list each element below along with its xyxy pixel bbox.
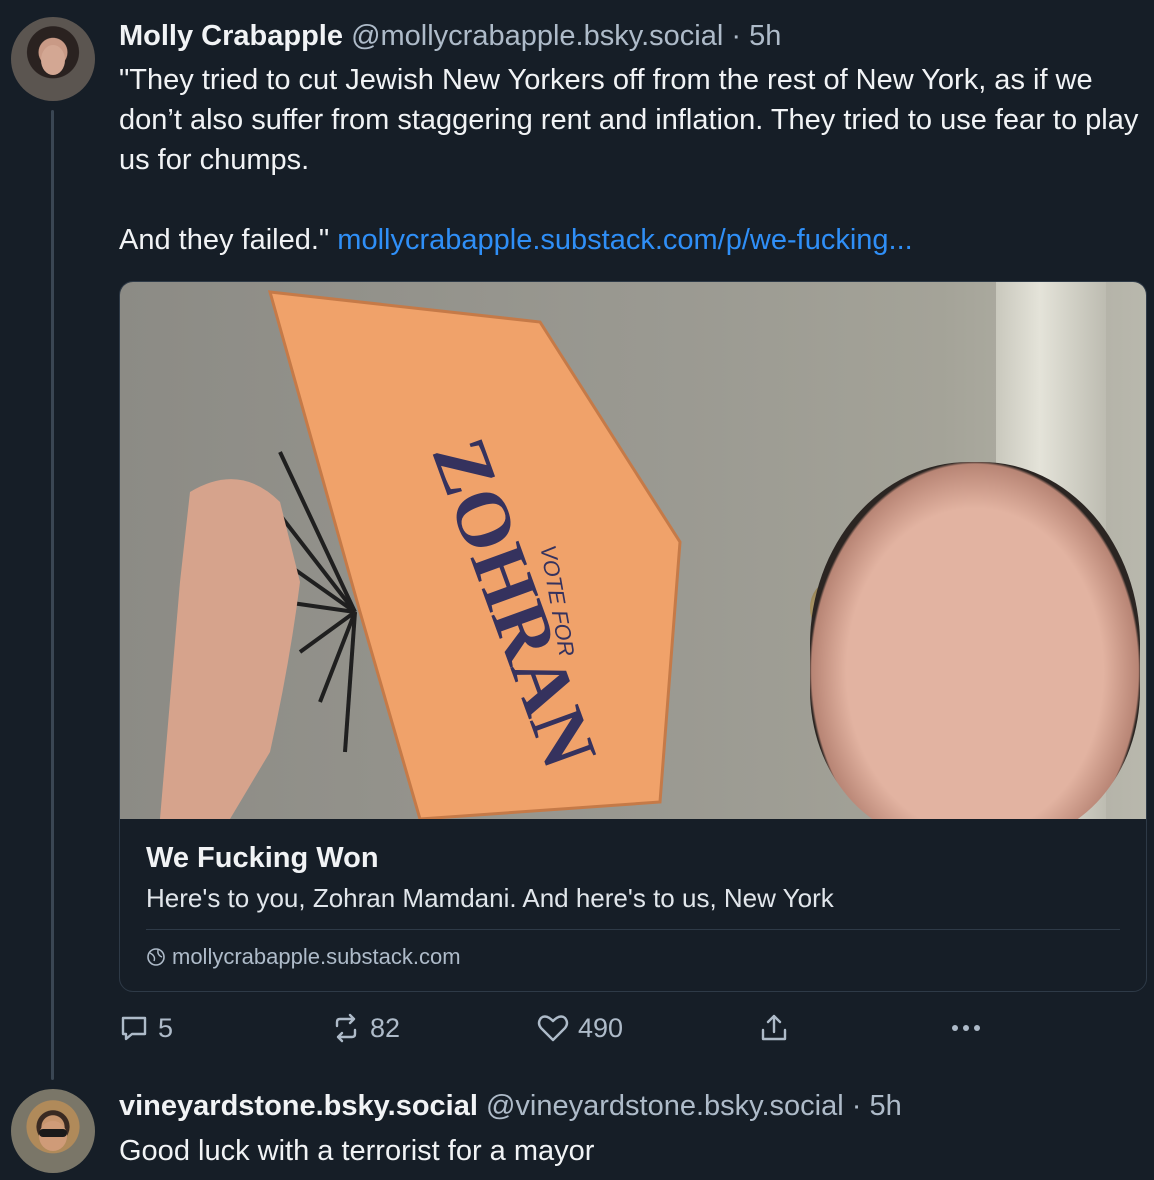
reply-author-display-name[interactable]: vineyardstone.bsky.social bbox=[119, 1090, 478, 1122]
link-preview-domain: mollycrabapple.substack.com bbox=[146, 942, 1120, 972]
thread-connector-line bbox=[51, 110, 54, 1080]
author-display-name[interactable]: Molly Crabapple bbox=[119, 20, 343, 52]
link-preview-domain-text: mollycrabapple.substack.com bbox=[172, 944, 461, 969]
post-text: "They tried to cut Jewish New Yorkers of… bbox=[119, 60, 1139, 260]
author-avatar[interactable] bbox=[11, 17, 95, 101]
link-preview-card[interactable]: ZOHRAN VOTE FOR We Fucking Won Here's to… bbox=[119, 281, 1147, 992]
reply-author-avatar[interactable] bbox=[11, 1089, 95, 1173]
author-handle[interactable]: @mollycrabapple.bsky.social bbox=[351, 20, 723, 52]
post-text-paragraph: And they failed." mollycrabapple.substac… bbox=[119, 220, 1139, 260]
reply-button[interactable]: 5 bbox=[118, 1008, 173, 1048]
reply-post-text: Good luck with a terrorist for a mayor bbox=[119, 1135, 595, 1167]
reply-author-handle[interactable]: @vineyardstone.bsky.social bbox=[486, 1090, 844, 1122]
like-count: 490 bbox=[578, 1012, 624, 1043]
repost-count: 82 bbox=[370, 1012, 401, 1043]
more-options-button[interactable] bbox=[948, 1008, 984, 1048]
post-timestamp[interactable]: 5h bbox=[749, 20, 781, 52]
header-separator: · bbox=[851, 1090, 862, 1122]
post-link[interactable]: mollycrabapple.substack.com/p/we-fucking… bbox=[337, 224, 912, 256]
like-icon bbox=[537, 1015, 569, 1042]
person-face bbox=[810, 462, 1140, 819]
header-separator: · bbox=[731, 20, 742, 52]
link-preview-image[interactable]: ZOHRAN VOTE FOR bbox=[120, 282, 1146, 819]
post-actions: 5 82 490 bbox=[118, 1008, 1154, 1048]
repost-icon bbox=[335, 1013, 357, 1043]
link-preview-title: We Fucking Won bbox=[146, 842, 379, 874]
link-preview-body: We Fucking Won Here's to you, Zohran Mam… bbox=[120, 819, 1146, 972]
thread-view: Molly Crabapple @mollycrabapple.bsky.soc… bbox=[0, 0, 1154, 1180]
more-icon bbox=[952, 1025, 980, 1031]
reply-post-timestamp[interactable]: 5h bbox=[870, 1090, 902, 1122]
avatar-face bbox=[41, 45, 65, 75]
reply-count: 5 bbox=[158, 1012, 174, 1043]
post-text-paragraph: "They tried to cut Jewish New Yorkers of… bbox=[119, 64, 1147, 176]
fan-illustration: ZOHRAN VOTE FOR bbox=[160, 290, 682, 819]
link-preview-description: Here's to you, Zohran Mamdani. And here'… bbox=[146, 883, 834, 913]
reply-icon bbox=[121, 1016, 147, 1041]
post-header: Molly Crabapple @mollycrabapple.bsky.soc… bbox=[119, 18, 781, 54]
post-text-closing: And they failed." bbox=[119, 224, 330, 256]
avatar-glasses bbox=[39, 1129, 67, 1137]
like-button[interactable]: 490 bbox=[536, 1008, 623, 1048]
share-icon bbox=[761, 1014, 787, 1041]
repost-button[interactable]: 82 bbox=[330, 1008, 400, 1048]
link-preview-divider bbox=[146, 929, 1120, 930]
globe-icon bbox=[147, 948, 165, 966]
reply-post-header: vineyardstone.bsky.social @vineyardstone… bbox=[119, 1088, 902, 1124]
share-button[interactable] bbox=[758, 1008, 790, 1048]
